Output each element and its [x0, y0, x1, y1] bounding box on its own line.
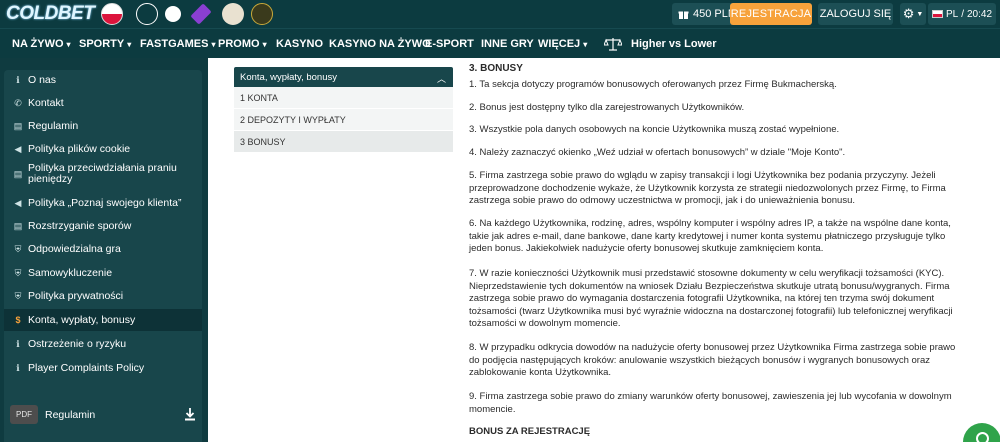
register-button[interactable]: REJESTRACJA — [730, 3, 812, 25]
sidebar-item-label: Samowykluczenie — [28, 266, 113, 279]
chevron-down-icon: ▾ — [211, 39, 216, 49]
chevron-down-icon: ▾ — [583, 39, 588, 49]
paragraph-7: 7. W razie konieczności Użytkownik musi … — [469, 268, 953, 329]
sidebar-item-6[interactable]: ◀ Polityka „Poznaj swojego klienta” — [4, 193, 202, 213]
paragraph-9: 9. Firma zastrzega sobie prawo do zmiany… — [469, 391, 952, 415]
poland-flag-icon — [931, 10, 943, 18]
nav-higher-vs-lower[interactable]: Higher vs Lower — [604, 29, 717, 59]
sidebar-item-label: Kontakt — [28, 96, 64, 109]
info-icon: ℹ — [16, 362, 20, 373]
sidebar-item-2[interactable]: ✆ Kontakt — [4, 93, 202, 113]
chevron-up-icon[interactable]: ︿ — [437, 72, 446, 85]
sidebar-item-8[interactable]: ⛨ Odpowiedzialna gra — [4, 239, 202, 259]
section-title: 3. BONUSY — [469, 63, 523, 74]
scales-icon — [604, 38, 622, 51]
gear-icon: ⚙ — [902, 6, 915, 21]
subheading: BONUS ZA REJESTRACJĘ — [469, 426, 591, 437]
mascot-icon[interactable] — [222, 3, 244, 25]
esport-gem-icon[interactable] — [190, 3, 212, 25]
document-icon: ▤ — [13, 168, 23, 179]
language-code: PL — [945, 8, 959, 20]
sidebar-item-label: Konta, wypłaty, bonusy — [28, 313, 136, 326]
top-bar: COLDBET 450 PLN REJESTRACJA ZALOGUJ SIĘ … — [0, 0, 1000, 28]
poland-flag-icon[interactable] — [101, 3, 123, 25]
sidebar-item-label: Polityka przeciwdziałania praniu pienięd… — [28, 162, 177, 185]
sidebar-item-label: Polityka prywatności — [28, 289, 124, 302]
sidebar-item-label: Regulamin — [28, 119, 79, 132]
info-icon: ℹ — [16, 338, 20, 349]
sidebar-item-11[interactable]: $ Konta, wypłaty, bonusy — [4, 309, 202, 331]
language-time-selector[interactable]: PL / 20:42 — [928, 3, 996, 25]
shield-check-icon: ⛨ — [14, 243, 22, 254]
nav-na-zywo[interactable]: NA ŻYWO ▾ — [12, 29, 71, 59]
nav-wiecej[interactable]: WIĘCEJ ▾ — [538, 29, 587, 59]
sidebar-item-label: Rozstrzyganie sporów — [28, 219, 132, 232]
sidebar-item-13[interactable]: ℹ Player Complaints Policy — [4, 358, 202, 378]
main-content: Konta, wypłaty, bonusy ︿ 1 KONTA 2 DEPOZ… — [208, 58, 1000, 442]
sidebar-item-label: Ostrzeżenie o ryzyku — [28, 337, 127, 350]
pdf-label: Regulamin — [45, 408, 96, 421]
chevron-down-icon: ▾ — [262, 39, 267, 49]
sidebar-item-label: Polityka plików cookie — [28, 142, 131, 155]
nav-sporty[interactable]: SPORTY ▾ — [79, 29, 131, 59]
sidebar-item-label: Player Complaints Policy — [28, 361, 145, 374]
clock-time: 20:42 — [966, 8, 993, 20]
megaphone-icon: ◀ — [14, 143, 22, 154]
main-navigation: NA ŻYWO ▾ SPORTY ▾ FASTGAMES ▾ PROMO ▾ KASYN… — [0, 28, 1000, 58]
paragraph-4: 4. Należy zaznaczyć okienko „Weź udział … — [469, 147, 846, 158]
gift-icon — [678, 10, 689, 19]
nav-esport[interactable]: E-SPORT — [425, 29, 474, 59]
sidebar-item-3[interactable]: ▤ Regulamin — [4, 116, 202, 136]
nav-kasyno-na-zywo[interactable]: KASYNO NA ŻYWO — [329, 29, 431, 59]
paragraph-1: 1. Ta sekcja dotyczy programów bonusowyc… — [469, 79, 837, 90]
document-icon: ▤ — [13, 120, 23, 131]
chevron-down-icon: ▾ — [127, 39, 132, 49]
sidebar-item-label: O nas — [28, 73, 57, 86]
sidebar-item-7[interactable]: ▤ Rozstrzyganie sporów — [4, 216, 202, 236]
chat-icon — [976, 432, 989, 442]
sidebar-item-1[interactable]: ℹ O nas — [4, 70, 202, 90]
document-icon: ▤ — [13, 220, 23, 231]
toc-header[interactable]: Konta, wypłaty, bonusy ︿ — [234, 67, 453, 87]
sidebar-item-5[interactable]: ▤ Polityka przeciwdziałania praniu pienię… — [4, 161, 202, 187]
nav-kasyno[interactable]: KASYNO — [276, 29, 323, 59]
sidebar-item-9[interactable]: ⛨ Samowykluczenie — [4, 263, 202, 283]
paragraph-6: 6. Na każdego Użytkownika, rodzinę, adre… — [469, 218, 951, 254]
login-button[interactable]: ZALOGUJ SIĘ — [818, 3, 893, 25]
settings-button[interactable]: ⚙ ▼ — [900, 3, 926, 25]
coldbet-logo[interactable]: COLDBET — [6, 2, 95, 26]
paragraph-5: 5. Firma zastrzega sobie prawo do wglądu… — [469, 170, 946, 206]
shield-icon: ⛨ — [14, 267, 22, 278]
sidebar-item-4[interactable]: ◀ Polityka plików cookie — [4, 139, 202, 159]
paragraph-8: 8. W przypadku odkrycia dowodów na naduż… — [469, 342, 956, 378]
sidebar-item-label: Odpowiedzialna gra — [28, 242, 121, 255]
info-icon: ℹ — [16, 74, 20, 85]
shield-icon: ⛨ — [14, 290, 22, 301]
chevron-down-icon: ▾ — [66, 39, 71, 49]
toc-item-bonusy[interactable]: 3 BONUSY — [234, 131, 453, 153]
paragraph-3: 3. Wszystkie pola danych osobowych na ko… — [469, 124, 840, 135]
dollar-icon: $ — [15, 315, 21, 325]
download-icon[interactable] — [184, 407, 196, 421]
toc-title: Konta, wypłaty, bonusy — [240, 71, 337, 83]
phone-icon: ✆ — [14, 97, 22, 108]
megaphone-icon: ◀ — [14, 197, 22, 208]
paragraph-2: 2. Bonus jest dostępny tylko dla zarejes… — [469, 102, 745, 113]
champions-league-icon[interactable] — [136, 3, 158, 25]
premier-league-icon[interactable] — [165, 6, 181, 22]
pdf-download-row[interactable]: PDF Regulamin — [4, 400, 202, 429]
pdf-file-icon: PDF — [10, 405, 38, 424]
sidebar-item-label: Polityka „Poznaj swojego klienta” — [28, 196, 182, 209]
table-of-contents: Konta, wypłaty, bonusy ︿ 1 KONTA 2 DEPOZ… — [234, 67, 453, 153]
nav-inne-gry[interactable]: INNE GRY — [481, 29, 534, 59]
sidebar-item-12[interactable]: ℹ Ostrzeżenie o ryzyku — [4, 334, 202, 354]
sidebar-item-10[interactable]: ⛨ Polityka prywatności — [4, 286, 202, 306]
toc-item-konta[interactable]: 1 KONTA — [234, 87, 453, 109]
play-badge-icon[interactable] — [251, 3, 273, 25]
nav-promo[interactable]: PROMO ▾ — [218, 29, 267, 59]
toc-item-depozyty[interactable]: 2 DEPOZYTY I WYPŁATY — [234, 109, 453, 131]
nav-fastgames[interactable]: FASTGAMES ▾ — [140, 29, 215, 59]
